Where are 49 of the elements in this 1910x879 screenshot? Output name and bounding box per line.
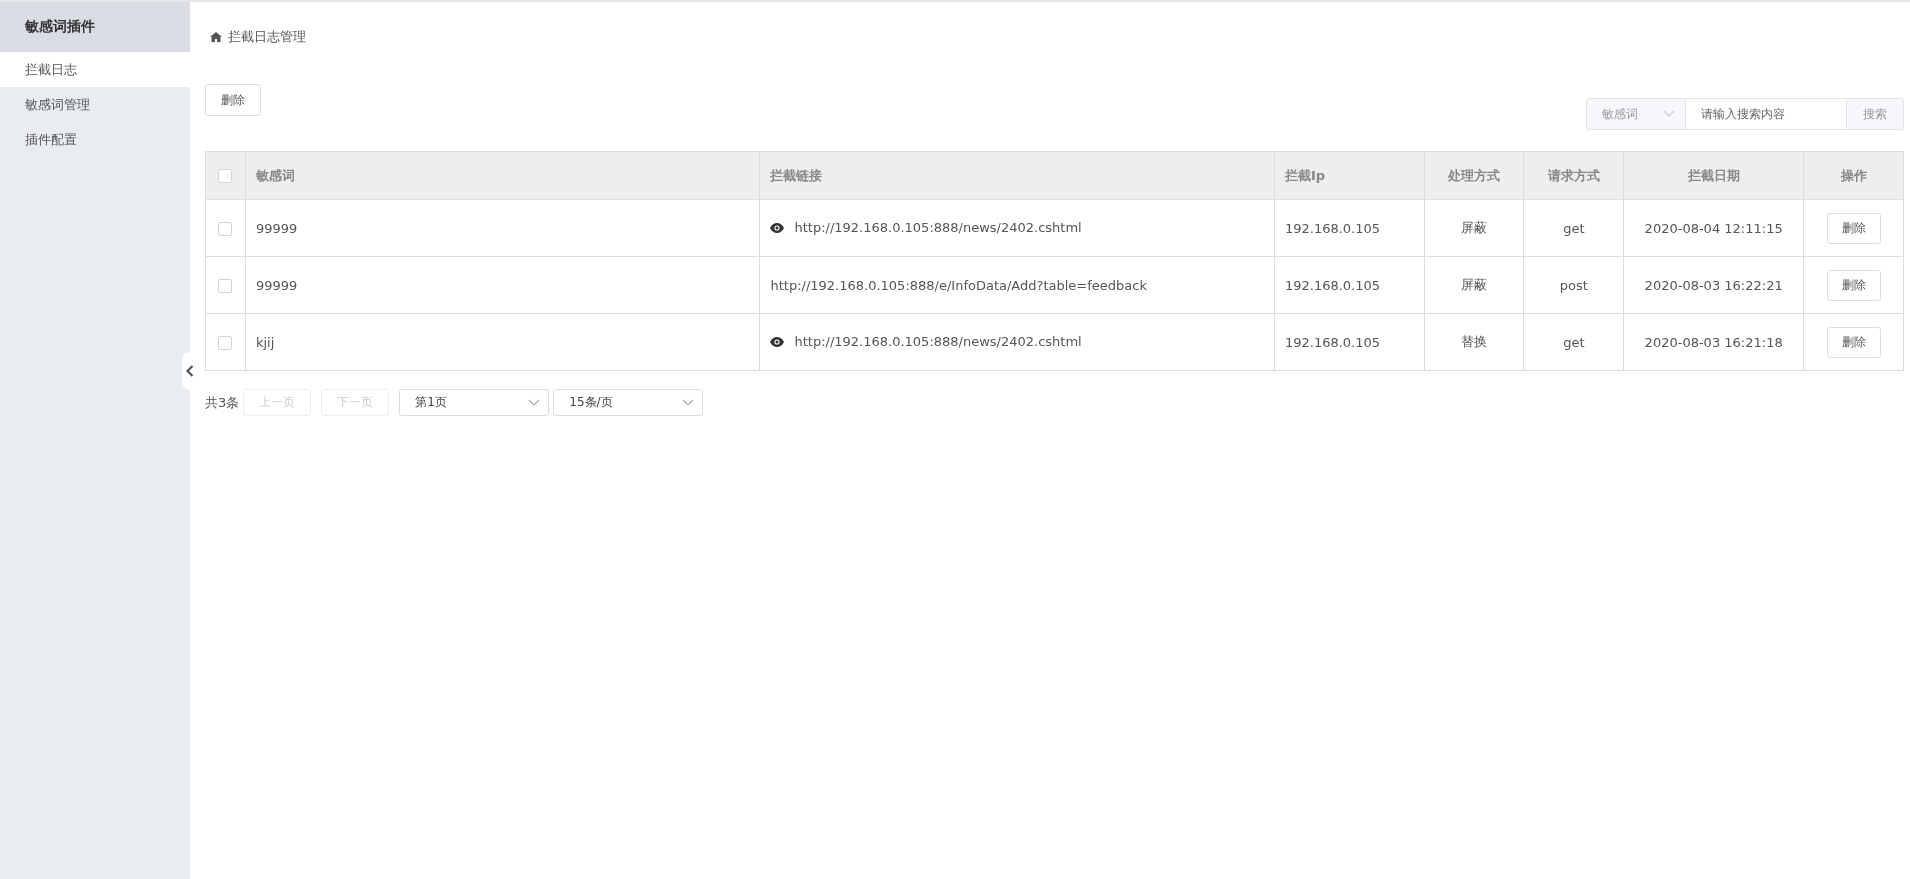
table-cell: 192.168.0.105 bbox=[1274, 256, 1425, 314]
column-header: 敏感词 bbox=[245, 151, 760, 200]
eye-icon bbox=[770, 336, 785, 347]
table-cell: kjij bbox=[245, 313, 760, 371]
page-select[interactable]: 第1页 bbox=[399, 389, 550, 416]
table-cell: 2020-08-03 16:22:21 bbox=[1623, 256, 1804, 314]
column-header: 请求方式 bbox=[1523, 151, 1624, 200]
column-header: 拦截链接 bbox=[759, 151, 1275, 200]
link-text: http://192.168.0.105:888/e/InfoData/Add?table=feedback bbox=[770, 277, 1147, 293]
table-cell: 99999 bbox=[245, 256, 760, 314]
eye-icon bbox=[770, 222, 785, 233]
delete-button[interactable]: 删除 bbox=[1826, 269, 1881, 301]
row-checkbox[interactable] bbox=[218, 221, 233, 236]
sidebar-item[interactable]: 敏感词管理 bbox=[0, 87, 190, 122]
sidebar-item[interactable]: 拦截日志 bbox=[0, 52, 190, 87]
table-cell: 屏蔽 bbox=[1424, 256, 1524, 314]
page-size-select[interactable]: 15条/页 bbox=[553, 389, 704, 416]
search-field[interactable]: 请输入搜索内容 bbox=[1686, 98, 1846, 130]
table-cell: post bbox=[1523, 256, 1624, 314]
row-checkbox[interactable] bbox=[218, 335, 233, 350]
table-cell: 替换 bbox=[1424, 313, 1524, 371]
row-checkbox[interactable] bbox=[218, 278, 233, 293]
chevron-down-icon bbox=[682, 398, 695, 407]
table-cell: get bbox=[1523, 313, 1624, 371]
link-text: http://192.168.0.105:888/news/2402.cshtml bbox=[794, 334, 1082, 350]
select-all-checkbox[interactable] bbox=[218, 169, 233, 184]
home-icon bbox=[210, 32, 222, 42]
delete-button[interactable]: 删除 bbox=[1826, 212, 1881, 244]
total-count: 共3条 bbox=[205, 393, 240, 412]
delete-button[interactable]: 删除 bbox=[1826, 326, 1881, 358]
chevron-left-icon bbox=[186, 365, 194, 377]
chevron-down-icon bbox=[528, 398, 541, 407]
breadcrumb: 拦截日志管理 bbox=[228, 28, 306, 46]
delete-button[interactable]: 删除 bbox=[205, 84, 261, 116]
column-header: 处理方式 bbox=[1424, 151, 1524, 200]
link-text: http://192.168.0.105:888/news/2402.cshtml bbox=[794, 220, 1082, 236]
sidebar-title: 敏感词插件 bbox=[0, 2, 190, 52]
sidebar-item[interactable]: 插件配置 bbox=[0, 122, 190, 157]
table-cell: 2020-08-03 16:21:18 bbox=[1623, 313, 1804, 371]
table-cell: 192.168.0.105 bbox=[1274, 199, 1425, 257]
table-cell: 192.168.0.105 bbox=[1274, 313, 1425, 371]
chevron-down-icon bbox=[1663, 110, 1675, 118]
column-header: 拦截Ip bbox=[1274, 151, 1425, 200]
table-cell: 99999 bbox=[245, 199, 760, 257]
column-header: 操作 bbox=[1803, 151, 1904, 200]
table-cell: 2020-08-04 12:11:15 bbox=[1623, 199, 1804, 257]
table-cell: 屏蔽 bbox=[1424, 199, 1524, 257]
table-cell: get bbox=[1523, 199, 1624, 257]
column-header: 拦截日期 bbox=[1623, 151, 1804, 200]
